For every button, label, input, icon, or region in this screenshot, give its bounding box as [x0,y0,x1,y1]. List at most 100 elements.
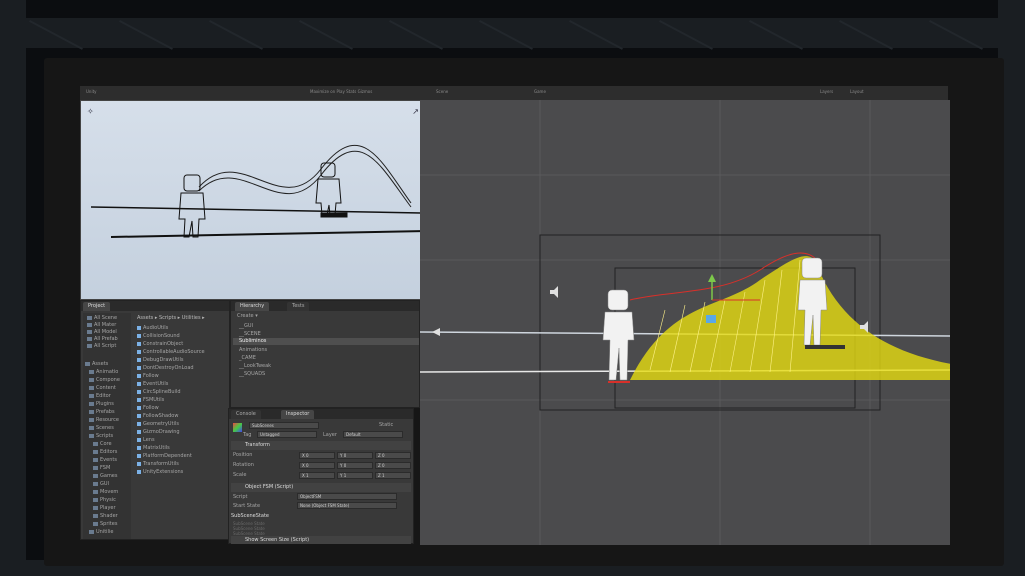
fav-item[interactable]: All Scene [87,315,117,322]
tab-console[interactable]: Console [231,410,261,419]
hierarchy-item-selected[interactable]: Subliminos [233,338,419,345]
asset-file[interactable]: UnityExtensions [137,469,183,476]
asset-file[interactable]: Lens [137,437,155,444]
asset-file[interactable]: FSMUtils [137,397,164,404]
fav-item[interactable]: All Mater [87,322,116,329]
fav-item[interactable]: All Prefab [87,336,118,343]
right-character [315,162,348,218]
tree-item[interactable]: Core [93,441,112,448]
tree-item[interactable]: Plugins [89,401,114,408]
asset-file[interactable]: GeometryUtils [137,421,179,428]
layer-dropdown[interactable]: Default [343,431,403,438]
script-field[interactable]: ObjectFSM [297,493,397,500]
fsm-component-header[interactable]: Object FSM (Script) [231,483,411,492]
transform-header[interactable]: Transform [231,441,411,450]
scale-z[interactable]: Z 1 [375,472,411,479]
rotation-z[interactable]: Z 0 [375,462,411,469]
tab-project[interactable]: Project [83,302,111,311]
script-label: Script [233,494,248,500]
asset-file[interactable]: ControllableAudioSource [137,349,205,356]
tag-dropdown[interactable]: Untagged [257,431,317,438]
scale-x[interactable]: X 1 [299,472,335,479]
maximize-icon[interactable]: ↗ [412,107,419,116]
position-z[interactable]: Z 0 [375,452,411,459]
asset-file[interactable]: Follow [137,373,159,380]
tab-scene[interactable]: Scene [436,89,448,94]
tree-item[interactable]: Movem [93,489,118,496]
hierarchy-item[interactable]: __GUI [239,323,253,330]
hierarchy-item[interactable]: __SCENE [239,331,261,338]
game-view-drawing [90,144,427,238]
gizmo-icon[interactable]: ✧ [87,107,94,116]
game-view-options[interactable]: Maximize on Play Stats Gizmos [310,89,372,94]
tag-label: Tag [243,432,252,438]
asset-file[interactable]: PlatformDependent [137,453,192,460]
asset-file[interactable]: CollisionSound [137,333,180,340]
tree-item[interactable]: Prefabs [89,409,115,416]
start-state-label: Start State [233,503,261,509]
tree-item[interactable]: Player [93,505,116,512]
asset-file[interactable]: TransformUtils [137,461,179,468]
start-state-field[interactable]: None (Object FSM State) [297,502,397,509]
tree-item[interactable]: Editor [89,393,111,400]
hierarchy-item[interactable]: __SQUADS [239,371,265,378]
tree-item[interactable]: Scenes [89,425,114,432]
gameobject-icon [233,423,242,432]
asset-file[interactable]: AudioUtils [137,325,168,332]
window-title: Unity [86,89,97,94]
tree-item[interactable]: Resource [89,417,119,424]
asset-file[interactable]: Follow [137,405,159,412]
asset-file[interactable]: FollowShadow [137,413,178,420]
tab-tests[interactable]: Tests [287,302,310,311]
tree-item[interactable]: Physic [93,497,116,504]
layers-dropdown[interactable]: Layers [820,89,833,94]
inspector-panel: Console Inspector SubScenes Static Tag U… [228,408,414,544]
tree-item[interactable]: FSM [93,465,110,472]
tree-item[interactable]: Animatio [89,369,118,376]
scale-label: Scale [233,472,247,478]
rotation-x[interactable]: X 0 [299,462,335,469]
scene-drawing [420,100,950,545]
tree-item[interactable]: Compone [89,377,120,384]
tree-item[interactable]: Events [93,457,117,464]
create-dropdown[interactable]: Create ▾ [237,313,258,320]
project-panel: Project All Scene All Mater All Model Al… [80,300,230,540]
tree-item[interactable]: Sprites [93,521,117,528]
asset-file[interactable]: CircSplineBuild [137,389,181,396]
position-x[interactable]: X 0 [299,452,335,459]
scale-y[interactable]: Y 1 [337,472,373,479]
tree-item[interactable]: Editors [93,449,117,456]
layout-dropdown[interactable]: Layout [850,89,864,94]
tab-game[interactable]: Game [534,89,546,94]
hierarchy-panel: Hierarchy Tests Create ▾ __GUI __SCENE S… [230,300,420,408]
hierarchy-item[interactable]: _CAME [239,355,256,362]
screen-size-component-header[interactable]: Show Screen Size (Script) [231,536,411,544]
game-view[interactable]: ✧ ↗ [80,100,427,300]
tree-item[interactable]: Games [93,473,118,480]
asset-file[interactable]: GizmoDrawing [137,429,180,436]
tree-item[interactable]: Assets [85,361,108,368]
asset-file[interactable]: EventUtils [137,381,168,388]
rotation-y[interactable]: Y 0 [337,462,373,469]
position-y[interactable]: Y 0 [337,452,373,459]
asset-file[interactable]: DebugDrawUtils [137,357,184,364]
asset-file[interactable]: MatrixUtils [137,445,170,452]
scene-view[interactable] [420,100,950,545]
subscene-state-title: SubSceneState [231,513,269,519]
object-name-field[interactable]: SubScenes [249,422,319,429]
tree-item[interactable]: Content [89,385,116,392]
asset-file[interactable]: DontDestroyOnLoad [137,365,194,372]
asset-file[interactable]: ConstrainObject [137,341,183,348]
tree-item[interactable]: Unitilie [89,529,113,536]
layer-label: Layer [323,432,337,438]
fav-item[interactable]: All Script [87,343,116,350]
fav-item[interactable]: All Model [87,329,117,336]
static-toggle[interactable]: Static [379,422,393,429]
tree-item[interactable]: Shader [93,513,118,520]
hierarchy-item[interactable]: __LookTweak [239,363,271,370]
tab-hierarchy[interactable]: Hierarchy [235,302,270,311]
tree-item[interactable]: GUI [93,481,109,488]
hierarchy-item[interactable]: Animations [239,347,267,354]
tab-inspector[interactable]: Inspector [281,410,315,419]
tree-item[interactable]: Scripts [89,433,113,440]
